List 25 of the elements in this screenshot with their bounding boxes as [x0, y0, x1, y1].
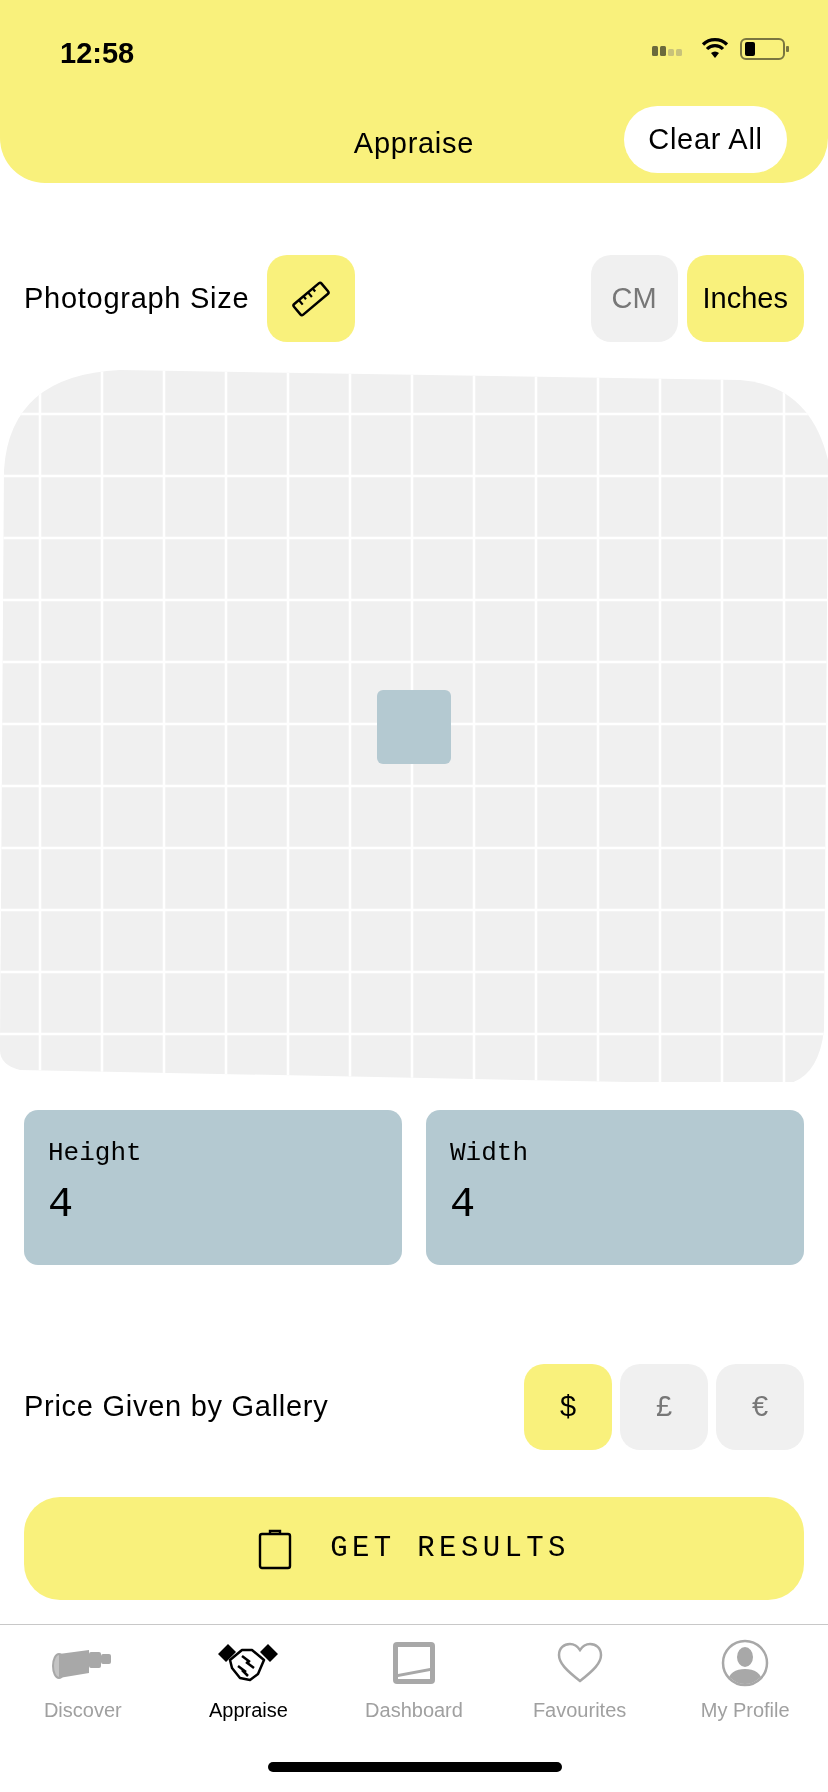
dimension-field[interactable]: Height 4: [24, 1110, 402, 1265]
battery-icon: [740, 37, 790, 61]
currency-toggle[interactable]: £: [620, 1364, 708, 1450]
unit-toggle[interactable]: CM: [590, 255, 678, 342]
dashboard-icon: [391, 1640, 437, 1686]
field-label: Height: [48, 1140, 143, 1166]
screen-title: Appraise: [352, 126, 476, 161]
tab-item[interactable]: Appraise: [165, 1625, 332, 1754]
profile-icon: [721, 1639, 770, 1687]
heart-icon: [555, 1642, 604, 1684]
clear-all-button[interactable]: Clear All: [624, 106, 787, 173]
get-results-button[interactable]: GET RESULTS: [24, 1497, 804, 1600]
unit-toggle[interactable]: Inches: [686, 255, 804, 342]
field-value: 4: [48, 1184, 75, 1226]
wifi-icon: [700, 36, 730, 60]
section-label: Photograph Size: [24, 280, 250, 316]
status-time: 12:58: [60, 36, 135, 71]
ruler-button[interactable]: [267, 255, 356, 342]
section-label: Price Given by Gallery: [24, 1389, 329, 1425]
field-label: Width: [450, 1140, 529, 1166]
currency-toggle[interactable]: €: [716, 1364, 804, 1450]
field-value: 4: [450, 1184, 477, 1226]
dimension-field[interactable]: Width 4: [426, 1110, 804, 1265]
clipboard-icon: [258, 1527, 293, 1570]
currency-toggle[interactable]: $: [524, 1364, 612, 1450]
